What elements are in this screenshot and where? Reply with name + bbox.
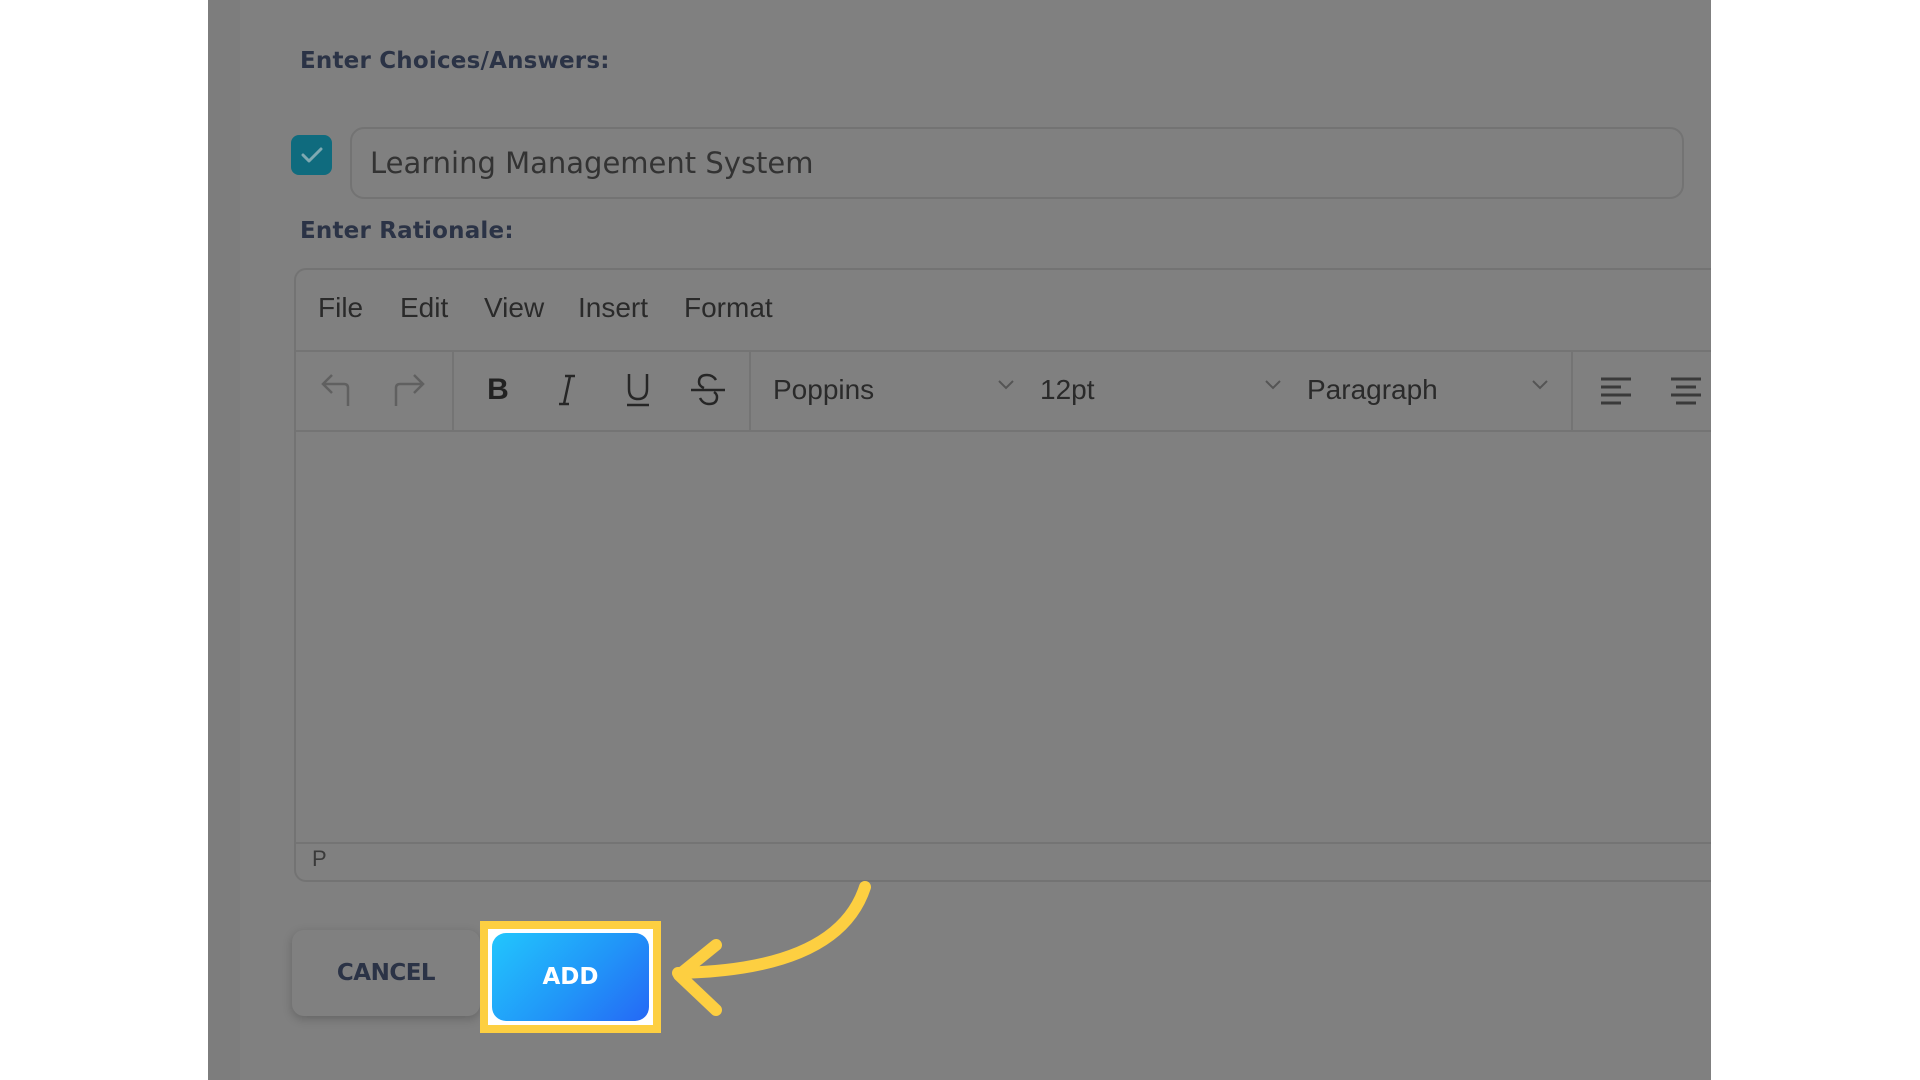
element-path[interactable]: P	[312, 846, 327, 872]
left-gutter	[208, 0, 240, 1080]
font-size-select[interactable]: 12pt	[1040, 350, 1283, 430]
strikethrough-button[interactable]	[686, 368, 730, 412]
underline-icon	[627, 374, 649, 407]
choice-answer-input[interactable]	[350, 127, 1684, 199]
strikethrough-icon	[691, 373, 725, 406]
font-size-value: 12pt	[1040, 374, 1095, 405]
align-center-icon	[1671, 377, 1701, 405]
align-center-button[interactable]	[1664, 368, 1708, 412]
bold-button[interactable]: B	[476, 368, 520, 412]
choices-label: Enter Choices/Answers:	[300, 48, 610, 74]
block-format-value: Paragraph	[1307, 374, 1438, 405]
underline-button[interactable]	[616, 368, 660, 412]
editor-content-area[interactable]	[296, 432, 1711, 844]
add-button[interactable]: ADD	[492, 933, 649, 1021]
chevron-down-icon	[998, 380, 1014, 390]
block-format-select[interactable]: Paragraph	[1307, 350, 1550, 430]
chevron-down-icon	[1532, 380, 1548, 390]
font-family-select[interactable]: Poppins	[773, 350, 1016, 430]
menu-format[interactable]: Format	[684, 292, 773, 324]
highlight-box: ADD	[480, 921, 661, 1033]
menu-view[interactable]: View	[484, 292, 544, 324]
editor-menubar: File Edit View Insert Format	[296, 270, 1711, 352]
format-group: B	[452, 350, 751, 430]
align-left-icon	[1601, 377, 1631, 405]
font-family-value: Poppins	[773, 374, 875, 405]
choice-correct-checkbox[interactable]	[291, 135, 332, 175]
redo-button[interactable]	[386, 368, 430, 412]
undo-icon	[321, 374, 350, 406]
undo-button[interactable]	[316, 368, 360, 412]
redo-icon	[394, 374, 425, 406]
rich-text-editor: File Edit View Insert Format B Poppins 1…	[294, 268, 1711, 882]
editor-toolbar: B Poppins 12pt Paragraph	[296, 350, 1711, 432]
rationale-label: Enter Rationale:	[300, 218, 514, 244]
cancel-button[interactable]: CANCEL	[292, 930, 480, 1016]
chevron-down-icon	[1265, 380, 1281, 390]
select-group: Poppins 12pt Paragraph	[749, 350, 1573, 430]
align-left-button[interactable]	[1594, 368, 1638, 412]
italic-button[interactable]	[546, 368, 590, 412]
dimmed-page: Enter Choices/Answers: Enter Rationale: …	[208, 0, 1711, 1080]
bold-icon: B	[487, 373, 509, 406]
menu-insert[interactable]: Insert	[578, 292, 648, 324]
history-group	[296, 350, 454, 430]
menu-edit[interactable]: Edit	[400, 292, 448, 324]
editor-statusbar: P	[296, 842, 1711, 880]
check-icon	[301, 147, 322, 163]
italic-icon	[559, 374, 575, 406]
menu-file[interactable]: File	[318, 292, 363, 324]
